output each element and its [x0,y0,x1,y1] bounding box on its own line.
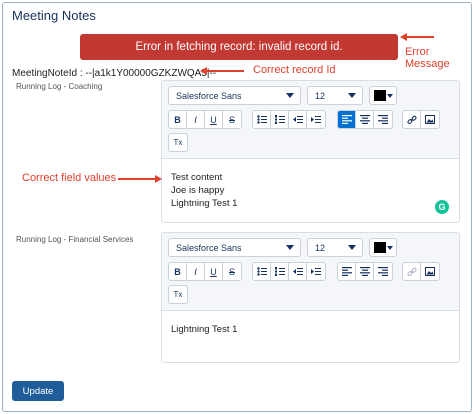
page-title: Meeting Notes [12,8,96,23]
annotation-arrow [118,178,156,180]
content-line: Lightning Test 1 [171,198,238,209]
bullet-list-button[interactable] [253,263,271,280]
indent-button[interactable] [307,263,325,280]
indent-button[interactable] [307,111,325,128]
outdent-icon [292,116,303,123]
align-left-icon [341,267,352,276]
outdent-icon [292,268,303,275]
align-right-icon [378,115,388,124]
chevron-down-icon [348,93,356,98]
chevron-down-icon [286,245,294,250]
underline-button[interactable]: U [205,263,223,280]
numbered-list-icon [274,115,285,124]
list-group [252,262,326,281]
numbered-list-button[interactable] [271,111,289,128]
align-right-button[interactable] [374,111,392,128]
content-line: Lightning Test 1 [171,324,238,335]
clear-format-button[interactable]: Tx [169,286,187,303]
color-swatch [374,90,386,101]
editor-toolbar: Salesforce Sans 12 B I U S Tx [162,81,459,159]
font-family-select[interactable]: Salesforce Sans [168,238,301,257]
annotation-record-id: Correct record Id [253,64,336,76]
bold-button[interactable]: B [169,111,187,128]
outdent-button[interactable] [289,111,307,128]
chevron-down-icon [387,94,393,98]
outdent-button[interactable] [289,263,307,280]
editor-toolbar: Salesforce Sans 12 B I U S Tx [162,233,459,311]
list-group [252,110,326,129]
image-icon [425,115,435,124]
underline-button[interactable]: U [205,111,223,128]
align-right-icon [378,267,388,276]
bullet-list-icon [256,267,267,276]
grammarly-icon[interactable]: G [435,200,449,214]
clear-group: Tx [168,133,188,152]
error-message: Error in fetching record: invalid record… [135,41,343,53]
rich-text-editor-financial-services: Salesforce Sans 12 B I U S Tx Lightning … [161,232,460,363]
annotation-arrow [406,36,434,38]
annotation-arrow [206,70,244,72]
italic-button[interactable]: I [187,111,205,128]
update-button[interactable]: Update [12,381,64,401]
content-line: Joe is happy [171,185,225,196]
log-label-financial-services: Running Log - Financial Services [16,235,134,244]
annotation-error-label: Error Message [405,46,450,70]
bold-button[interactable]: B [169,263,187,280]
align-left-button[interactable] [338,263,356,280]
editor-content[interactable]: Test content Joe is happy Lightning Test… [171,171,237,210]
bullet-list-button[interactable] [253,111,271,128]
align-center-button[interactable] [356,111,374,128]
clear-group: Tx [168,285,188,304]
link-icon [407,115,416,124]
strikethrough-button[interactable]: S [223,263,241,280]
format-group: B I U S [168,110,242,129]
link-button[interactable] [403,111,421,128]
font-family-select[interactable]: Salesforce Sans [168,86,301,105]
chevron-down-icon [348,245,356,250]
error-banner: Error in fetching record: invalid record… [80,34,398,60]
content-line: Test content [171,172,223,183]
italic-button[interactable]: I [187,263,205,280]
image-button[interactable] [421,263,439,280]
font-color-picker[interactable] [369,86,397,105]
font-color-picker[interactable] [369,238,397,257]
indent-icon [311,268,321,275]
numbered-list-icon [274,267,285,276]
align-center-icon [359,267,370,276]
format-group: B I U S [168,262,242,281]
record-id-field: MeetingNoteId : --|a1k1Y00000GZKZWQA5|-- [12,68,217,79]
align-left-icon [341,115,352,124]
align-group [337,262,393,281]
font-size-select[interactable]: 12 [307,86,363,105]
clear-format-button[interactable]: Tx [169,134,187,151]
image-button[interactable] [421,111,439,128]
color-swatch [374,242,386,253]
numbered-list-button[interactable] [271,263,289,280]
indent-icon [311,116,321,123]
insert-group [402,262,440,281]
image-icon [425,267,435,276]
arrow-head-icon [155,175,162,183]
link-button[interactable] [403,263,421,280]
align-center-button[interactable] [356,263,374,280]
align-center-icon [359,115,370,124]
chevron-down-icon [387,246,393,250]
font-size-select[interactable]: 12 [307,238,363,257]
rich-text-editor-coaching: Salesforce Sans 12 B I U S Tx Test conte… [161,80,460,223]
link-icon [407,267,416,276]
chevron-down-icon [286,93,294,98]
editor-content[interactable]: Lightning Test 1 [171,323,237,336]
annotation-field-values: Correct field values [22,172,117,184]
bullet-list-icon [256,115,267,124]
align-group [337,110,393,129]
strikethrough-button[interactable]: S [223,111,241,128]
insert-group [402,110,440,129]
log-label-coaching: Running Log - Coaching [16,82,103,91]
align-left-button[interactable] [338,111,356,128]
align-right-button[interactable] [374,263,392,280]
